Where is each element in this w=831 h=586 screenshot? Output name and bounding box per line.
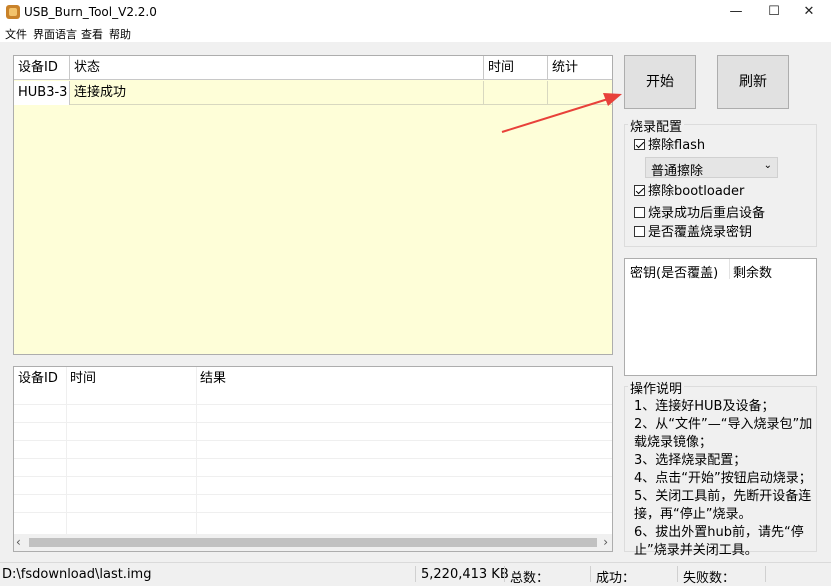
col-stats[interactable]: 统计: [548, 56, 612, 80]
device-list-header: 设备ID 状态 时间 统计: [14, 56, 612, 80]
col-result[interactable]: 结果: [196, 367, 496, 391]
scroll-thumb[interactable]: [29, 538, 597, 547]
column-divider: [729, 259, 730, 279]
instructions-group: 1、连接好HUB及设备； 2、从“文件”—“导入烧录包”加载烧录镜像； 3、选择…: [624, 386, 817, 558]
grid-line: [14, 512, 612, 513]
maximize-button[interactable]: ☐: [755, 0, 793, 24]
reboot-after-label: 烧录成功后重启设备: [648, 206, 766, 221]
overwrite-key-option[interactable]: 是否覆盖烧录密钥: [634, 225, 752, 241]
status-separator: [504, 566, 505, 582]
refresh-button[interactable]: 刷新: [717, 55, 789, 109]
erase-bootloader-checkbox[interactable]: [634, 185, 645, 196]
device-list[interactable]: 设备ID 状态 时间 统计 HUB3-3 连接成功: [13, 55, 613, 355]
status-total: 总数：: [510, 571, 550, 586]
status-separator: [765, 566, 766, 582]
col-key[interactable]: 密钥(是否覆盖): [630, 262, 718, 281]
overwrite-key-label: 是否覆盖烧录密钥: [648, 225, 753, 240]
col-time[interactable]: 时间: [484, 56, 548, 80]
cell-status: 连接成功: [70, 81, 484, 105]
start-button[interactable]: 开始: [624, 55, 696, 109]
grid-line: [14, 422, 612, 423]
col-result-time[interactable]: 时间: [66, 367, 196, 391]
status-success: 成功：: [596, 571, 636, 586]
instructions-text: 1、连接好HUB及设备； 2、从“文件”—“导入烧录包”加载烧录镜像； 3、选择…: [634, 399, 813, 558]
erase-mode-value: 普通擦除: [651, 164, 704, 179]
menu-bar: 文件 界面语言 查看 帮助: [0, 24, 831, 42]
instructions-title: 操作说明: [628, 378, 685, 397]
erase-flash-option[interactable]: 擦除flash: [634, 138, 705, 154]
chevron-down-icon: ⌄: [763, 160, 772, 171]
close-button[interactable]: ✕: [790, 0, 828, 24]
erase-bootloader-option[interactable]: 擦除bootloader: [634, 184, 744, 200]
menu-view[interactable]: 查看: [81, 26, 103, 42]
status-separator: [677, 566, 678, 582]
grid-line: [14, 476, 612, 477]
horizontal-scrollbar[interactable]: ‹ ›: [14, 534, 612, 551]
grid-line: [14, 440, 612, 441]
col-remaining[interactable]: 剩余数: [733, 262, 772, 281]
column-divider: [66, 367, 67, 535]
col-result-device-id[interactable]: 设备ID: [14, 367, 66, 391]
status-path: D:\fsdownload\last.img: [2, 567, 152, 582]
reboot-after-option[interactable]: 烧录成功后重启设备: [634, 206, 765, 222]
erase-flash-checkbox[interactable]: [634, 139, 645, 150]
minimize-button[interactable]: —: [717, 0, 755, 24]
menu-file[interactable]: 文件: [5, 26, 27, 42]
grid-line: [14, 458, 612, 459]
status-size: 5,220,413 KB: [421, 567, 509, 582]
erase-flash-label: 擦除flash: [648, 138, 706, 153]
scroll-left-button[interactable]: ‹: [16, 534, 21, 551]
menu-language[interactable]: 界面语言: [33, 26, 77, 42]
status-fail: 失败数：: [683, 571, 736, 586]
overwrite-key-checkbox[interactable]: [634, 226, 645, 237]
status-bar: D:\fsdownload\last.img 5,220,413 KB 总数： …: [0, 562, 831, 586]
grid-line: [14, 404, 612, 405]
grid-line: [14, 494, 612, 495]
table-row[interactable]: HUB3-3 连接成功: [14, 81, 612, 105]
status-separator: [415, 566, 416, 582]
scroll-right-button[interactable]: ›: [603, 534, 608, 551]
menu-help[interactable]: 帮助: [109, 26, 131, 42]
title-bar: USB_Burn_Tool_V2.2.0 — ☐ ✕: [0, 0, 831, 24]
cell-stats: [548, 81, 612, 105]
erase-mode-select[interactable]: 普通擦除 ⌄: [645, 157, 778, 179]
col-status[interactable]: 状态: [70, 56, 484, 80]
erase-bootloader-label: 擦除bootloader: [648, 184, 745, 199]
reboot-after-checkbox[interactable]: [634, 207, 645, 218]
cell-device-id: HUB3-3: [14, 81, 70, 105]
app-icon: [6, 5, 20, 19]
col-device-id[interactable]: 设备ID: [14, 56, 70, 80]
result-list[interactable]: 设备ID 时间 结果 ‹ ›: [13, 366, 613, 552]
cell-time: [484, 81, 548, 105]
status-separator: [590, 566, 591, 582]
key-list[interactable]: 密钥(是否覆盖) 剩余数: [624, 258, 817, 376]
window-title: USB_Burn_Tool_V2.2.0: [24, 5, 157, 19]
result-list-header: 设备ID 时间 结果: [14, 367, 612, 391]
burn-config-title: 烧录配置: [628, 116, 685, 135]
column-divider: [196, 367, 197, 535]
